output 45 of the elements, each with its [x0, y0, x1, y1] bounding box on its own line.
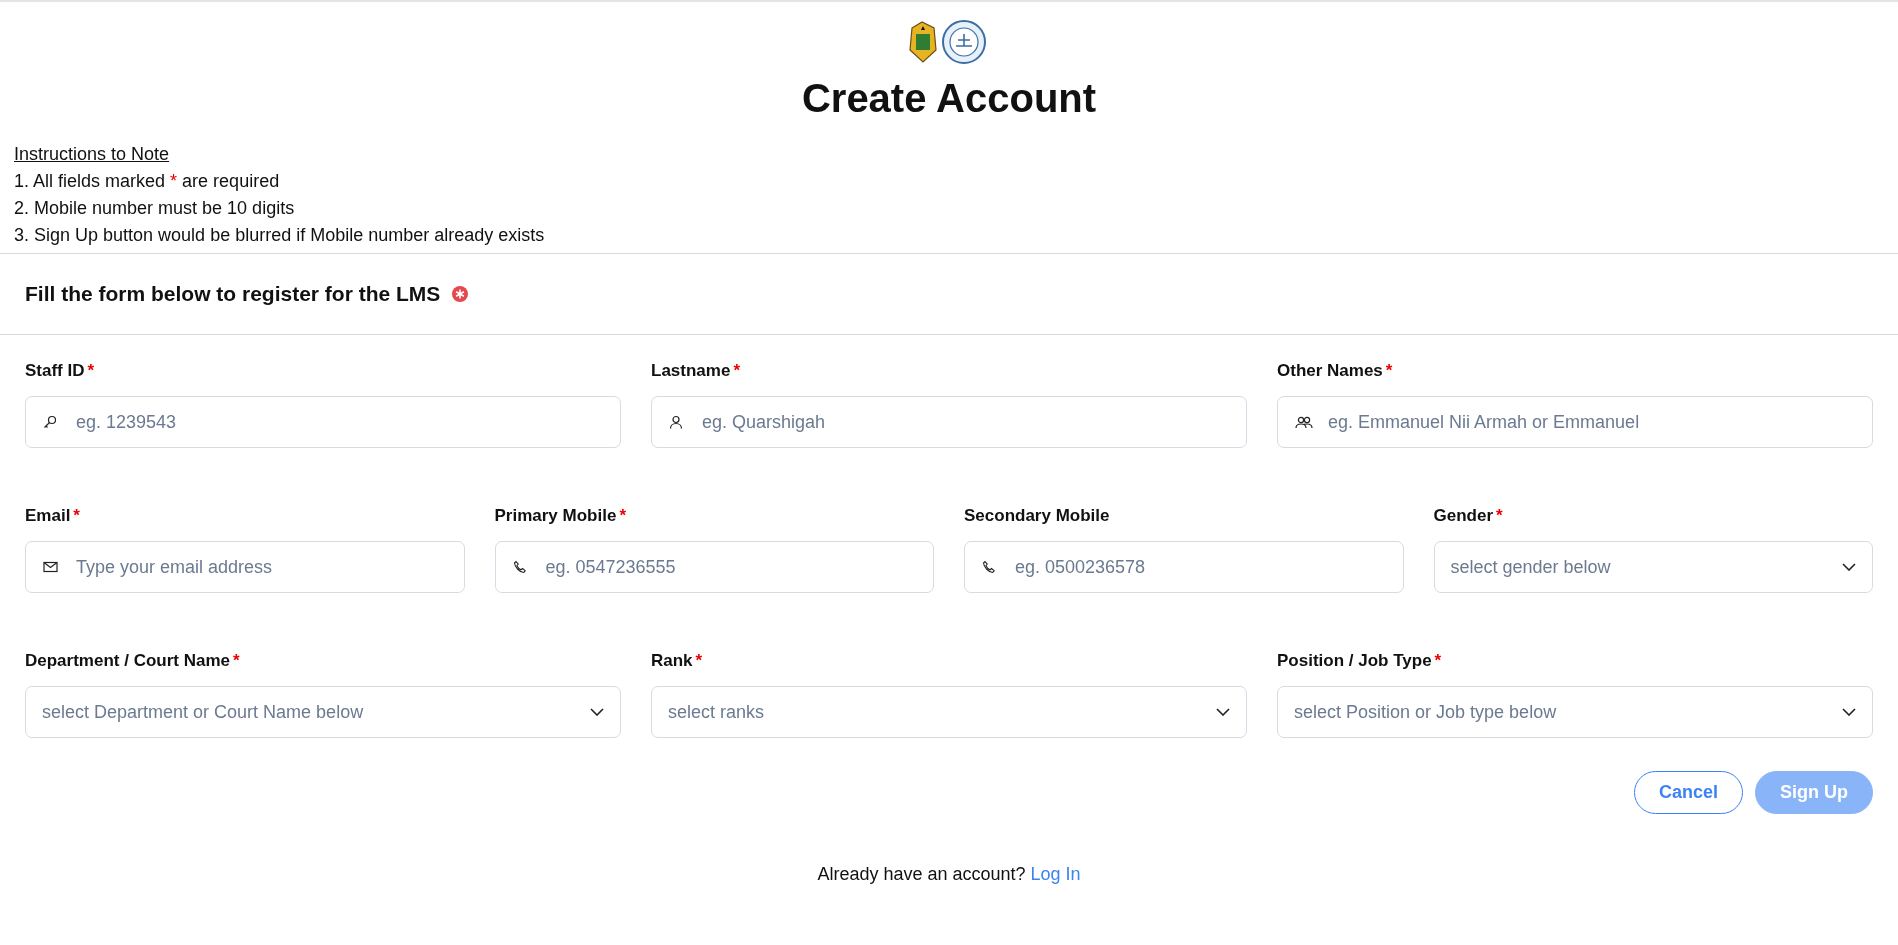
input-field[interactable]: eg. 1239543 — [25, 396, 621, 448]
field-label: Primary Mobile — [494, 506, 617, 526]
instruction-item: 3. Sign Up button would be blurred if Mobile number already exists — [14, 224, 545, 247]
input-field[interactable]: eg. Quarshigah — [651, 396, 1247, 448]
field-label: Position / Job Type — [1277, 651, 1432, 671]
field-label: Secondary Mobile — [964, 506, 1110, 526]
field-label: Rank — [651, 651, 693, 671]
input-field[interactable]: eg. Emmanuel Nii Armah or Emmanuel — [1277, 396, 1873, 448]
dropdown-field[interactable]: select ranks — [651, 686, 1247, 738]
instruction-item: 2. Mobile number must be 10 digits — [14, 197, 295, 220]
required-mark: * — [87, 361, 95, 381]
input-field[interactable]: Type your email address — [25, 541, 465, 593]
dropdown-field[interactable]: select Position or Job type below — [1277, 686, 1873, 738]
required-mark: * — [733, 361, 740, 381]
required-mark: * — [233, 651, 240, 671]
field-label: Staff ID — [25, 361, 85, 381]
coat-of-arms-icon — [906, 20, 940, 64]
seal-icon — [942, 20, 986, 64]
dropdown-field[interactable]: select gender below — [1433, 541, 1873, 593]
instructions-heading: Instructions to Note — [14, 143, 170, 166]
asterisk-icon — [452, 286, 469, 302]
login-prompt: Already have an account? — [817, 864, 1026, 885]
input-field[interactable]: eg. 0547236555 — [494, 541, 934, 593]
required-mark: * — [1496, 506, 1503, 526]
field-label: Lastname — [651, 361, 731, 381]
field-label: Email — [25, 506, 71, 526]
required-mark: * — [73, 506, 80, 526]
chevron-down-icon — [1842, 563, 1856, 571]
input-field[interactable]: eg. 0500236578 — [964, 541, 1404, 593]
field-label: Gender — [1433, 506, 1494, 526]
page-title: Create Account — [800, 76, 1098, 121]
required-mark: * — [1434, 651, 1442, 671]
form-heading: Fill the form below to register for the LMS — [25, 282, 441, 306]
cancel-button[interactable]: Cancel — [1633, 771, 1743, 814]
required-mark: * — [1385, 361, 1393, 381]
required-mark: * — [619, 506, 626, 526]
login-link[interactable]: Log In — [1030, 864, 1081, 885]
field-label: Department / Court Name — [25, 651, 230, 671]
instruction-item: 1. All fields marked * are required — [14, 170, 280, 193]
chevron-down-icon — [590, 708, 604, 716]
chevron-down-icon — [1216, 708, 1230, 716]
chevron-down-icon — [1842, 708, 1856, 716]
dropdown-field[interactable]: select Department or Court Name below — [25, 686, 621, 738]
field-label: Other Names — [1277, 361, 1383, 381]
required-mark: * — [695, 651, 703, 671]
